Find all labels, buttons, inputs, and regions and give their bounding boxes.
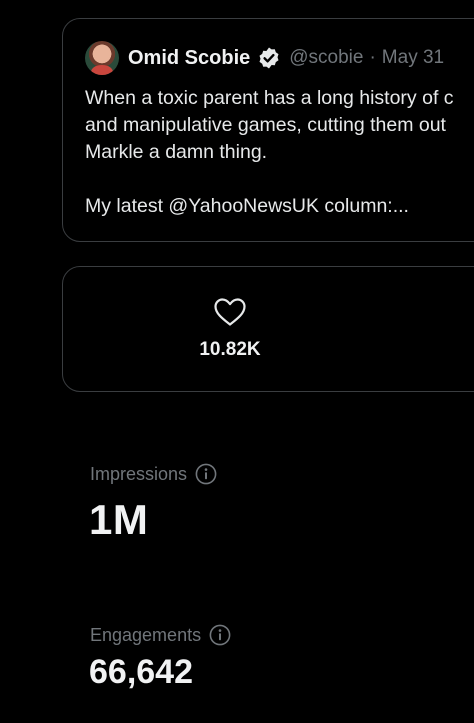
tweet-text-line: Markle a damn thing. [85,141,268,163]
tweet-text-line: and manipulative games, cutting them out [85,114,446,136]
quoted-tweet-header: Omid Scobie @scobie · May 31 [85,41,444,75]
tweet-analytics-screen: Omid Scobie @scobie · May 31 When a toxi… [0,0,474,723]
verified-badge-icon [259,47,279,69]
tweet-date[interactable]: May 31 [382,47,444,69]
likes-card: 10.82K [62,266,474,392]
quoted-tweet-card[interactable]: Omid Scobie @scobie · May 31 When a toxi… [62,18,474,242]
quoted-tweet-text: When a toxic parent has a long history o… [85,85,474,220]
engagements-label-row: Engagements [90,624,231,646]
heart-icon[interactable] [213,297,247,327]
info-icon[interactable] [209,624,231,646]
engagements-value: 66,642 [89,653,193,691]
separator-dot: · [369,47,376,68]
avatar[interactable] [85,41,119,75]
info-icon[interactable] [195,463,217,485]
impressions-label-row: Impressions [90,463,217,485]
impressions-label: Impressions [90,463,188,484]
engagements-label: Engagements [90,624,202,645]
tweet-text-line: When a toxic parent has a long history o… [85,87,454,109]
impressions-value: 1M [89,496,149,543]
like-count: 10.82K [199,339,261,360]
tweet-text-line: My latest @YahooNewsUK column:... [85,195,409,217]
author-handle[interactable]: @scobie [289,47,363,69]
author-name[interactable]: Omid Scobie [128,47,250,70]
